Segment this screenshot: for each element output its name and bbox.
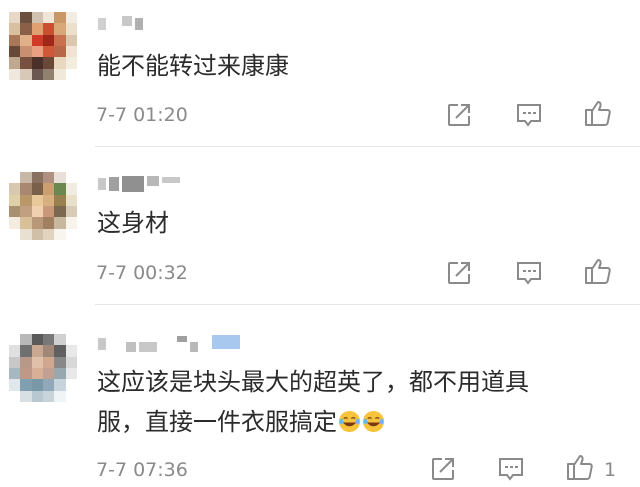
divider: [95, 146, 640, 147]
comment-timestamp: 7-7 00:32: [96, 262, 188, 284]
username[interactable]: [98, 334, 240, 354]
comment-timestamp: 7-7 01:20: [96, 104, 188, 126]
reply-button[interactable]: [512, 98, 546, 132]
comment-icon: [517, 262, 541, 285]
comment-icon: [517, 104, 541, 127]
like-count: 1: [604, 459, 617, 481]
thumbs-up-icon: [585, 259, 611, 284]
username[interactable]: [98, 174, 180, 194]
avatar[interactable]: [9, 12, 77, 80]
laughing-tears-emoji: [338, 410, 361, 433]
divider: [95, 304, 640, 305]
comment-text-line: 服，直接一件衣服搞定: [97, 408, 337, 436]
reply-button[interactable]: [494, 452, 528, 486]
comment-text-line: 这应该是块头最大的超英了，都不用道具: [97, 368, 529, 396]
share-button[interactable]: [442, 256, 476, 290]
like-button[interactable]: [563, 450, 597, 484]
thumbs-up-icon: [567, 455, 593, 480]
share-button[interactable]: [426, 452, 460, 486]
thumbs-up-icon: [585, 101, 611, 126]
like-button[interactable]: [581, 254, 615, 288]
share-button[interactable]: [442, 98, 476, 132]
laughing-tears-emoji: [362, 410, 385, 433]
avatar[interactable]: [9, 334, 77, 402]
share-icon: [448, 104, 470, 126]
comment-timestamp: 7-7 07:36: [96, 459, 188, 481]
share-icon: [432, 458, 454, 480]
reply-button[interactable]: [512, 256, 546, 290]
comment-icon: [499, 458, 523, 481]
username[interactable]: [98, 14, 143, 34]
comment-text: 这身材: [97, 209, 169, 237]
share-icon: [448, 262, 470, 284]
avatar[interactable]: [9, 172, 77, 240]
comment-text: 这应该是块头最大的超英了，都不用道具 服，直接一件衣服搞定: [97, 362, 607, 442]
comment-text: 能不能转过来康康: [97, 52, 289, 80]
like-button[interactable]: [581, 96, 615, 130]
